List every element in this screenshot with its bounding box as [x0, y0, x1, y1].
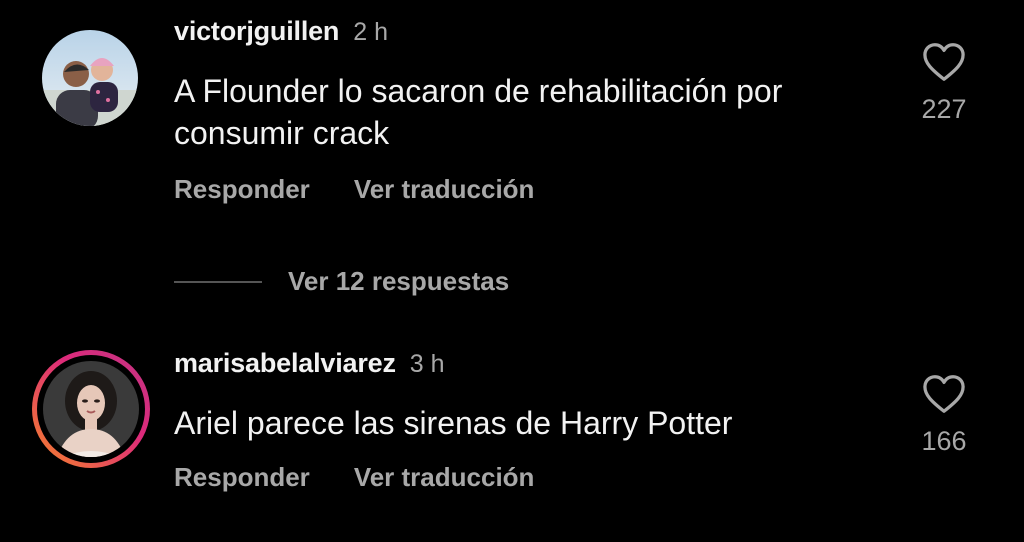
translate-button[interactable]: Ver traducción [354, 174, 535, 204]
timestamp: 3 h [409, 350, 445, 378]
reply-button[interactable]: Responder [174, 174, 310, 204]
view-replies-label[interactable]: Ver 12 respuestas [288, 266, 509, 297]
reply-button[interactable]: Responder [174, 462, 310, 492]
comment-meta: marisabelalviarez 3 h [174, 348, 445, 379]
comment-text: A Flounder lo sacaron de rehabilitación … [174, 73, 783, 151]
profile-photo-icon [42, 30, 138, 126]
view-replies[interactable]: Ver 12 respuestas [174, 266, 509, 297]
translate-button[interactable]: Ver traducción [354, 462, 535, 492]
heart-icon[interactable] [922, 42, 966, 82]
like-control: 166 [908, 374, 980, 457]
comment-text: Ariel parece las sirenas de Harry Potter [174, 405, 733, 441]
like-count: 227 [921, 94, 967, 124]
username[interactable]: marisabelalviarez [174, 348, 396, 378]
comment-actions: Responder Ver traducción [174, 174, 534, 205]
username[interactable]: victorjguillen [174, 16, 339, 46]
comment-actions: Responder Ver traducción [174, 462, 534, 493]
profile-photo-icon [43, 361, 139, 457]
timestamp: 2 h [353, 18, 388, 46]
heart-icon[interactable] [922, 374, 966, 414]
avatar-photo [43, 361, 139, 457]
avatar[interactable] [32, 350, 150, 468]
replies-divider [174, 280, 262, 283]
comment-meta: victorjguillen 2 h [174, 16, 388, 47]
like-control: 227 [908, 42, 980, 125]
like-count: 166 [921, 426, 967, 456]
avatar[interactable] [42, 30, 138, 126]
